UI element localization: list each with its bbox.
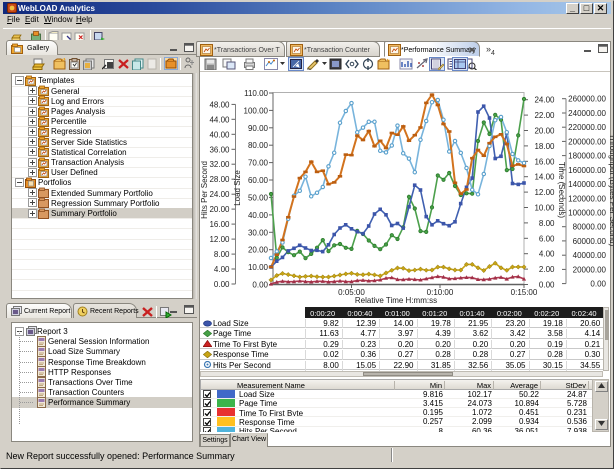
- svg-text:48.00: 48.00: [209, 100, 230, 109]
- svg-text:0.00: 0.00: [214, 280, 230, 289]
- svg-text:28.00: 28.00: [209, 175, 230, 184]
- svg-text:6.00: 6.00: [539, 234, 555, 243]
- svg-text:0.00: 0.00: [252, 281, 268, 290]
- svg-text:36.00: 36.00: [209, 145, 230, 154]
- svg-text:180000.00: 180000.00: [568, 152, 606, 161]
- svg-text:8.00: 8.00: [214, 250, 230, 259]
- svg-text:Throughput (Bytes Per Second): Throughput (Bytes Per Second): [608, 134, 613, 247]
- svg-text:80000.00: 80000.00: [573, 223, 607, 232]
- svg-text:4.00: 4.00: [214, 265, 230, 274]
- svg-text:0.00: 0.00: [590, 280, 606, 289]
- svg-text:10.00: 10.00: [248, 263, 269, 272]
- svg-text:50.00: 50.00: [248, 193, 269, 202]
- svg-text:18.00: 18.00: [534, 142, 555, 151]
- svg-text:Load Size: Load Size: [233, 170, 242, 206]
- svg-text:20.00: 20.00: [209, 205, 230, 214]
- svg-text:0.00: 0.00: [539, 281, 555, 290]
- svg-text:8.00: 8.00: [539, 219, 555, 228]
- svg-text:70.00: 70.00: [248, 159, 269, 168]
- svg-text:20.00: 20.00: [534, 127, 555, 136]
- svg-text:0:15:00: 0:15:00: [511, 288, 538, 297]
- svg-text:2.00: 2.00: [539, 265, 555, 274]
- svg-text:24.00: 24.00: [209, 190, 230, 199]
- svg-text:90.00: 90.00: [248, 124, 269, 133]
- svg-text:Hits Per Second: Hits Per Second: [200, 161, 209, 219]
- svg-text:24.00: 24.00: [534, 96, 555, 105]
- svg-text:110.00: 110.00: [244, 89, 268, 98]
- svg-text:80.00: 80.00: [248, 141, 269, 150]
- svg-text:200000.00: 200000.00: [568, 137, 606, 146]
- svg-text:160000.00: 160000.00: [568, 166, 606, 175]
- svg-text:60000.00: 60000.00: [573, 237, 607, 246]
- svg-text:44.00: 44.00: [209, 115, 230, 124]
- svg-text:12.00: 12.00: [534, 188, 555, 197]
- svg-text:Time (Seconds): Time (Seconds): [557, 162, 566, 219]
- svg-text:40.00: 40.00: [209, 130, 230, 139]
- svg-text:240000.00: 240000.00: [568, 109, 606, 118]
- svg-text:100000.00: 100000.00: [568, 209, 606, 218]
- svg-text:40000.00: 40000.00: [573, 251, 607, 260]
- svg-text:60.00: 60.00: [248, 176, 269, 185]
- svg-text:260000.00: 260000.00: [568, 95, 606, 104]
- svg-text:100.00: 100.00: [244, 106, 269, 115]
- svg-text:220000.00: 220000.00: [568, 123, 606, 132]
- svg-text:20.00: 20.00: [248, 246, 269, 255]
- svg-text:30.00: 30.00: [248, 228, 269, 237]
- svg-text:20000.00: 20000.00: [573, 265, 607, 274]
- svg-text:16.00: 16.00: [209, 220, 230, 229]
- svg-text:10.00: 10.00: [534, 204, 555, 213]
- svg-text:140000.00: 140000.00: [568, 180, 606, 189]
- svg-text:16.00: 16.00: [534, 157, 555, 166]
- svg-text:40.00: 40.00: [248, 211, 269, 220]
- svg-text:12.00: 12.00: [209, 235, 230, 244]
- svg-text:Relative Time H:mm:ss: Relative Time H:mm:ss: [355, 296, 437, 305]
- svg-text:120000.00: 120000.00: [568, 194, 606, 203]
- svg-text:14.00: 14.00: [534, 173, 555, 182]
- svg-text:4.00: 4.00: [539, 250, 555, 259]
- svg-text:22.00: 22.00: [534, 111, 555, 120]
- svg-text:32.00: 32.00: [209, 160, 230, 169]
